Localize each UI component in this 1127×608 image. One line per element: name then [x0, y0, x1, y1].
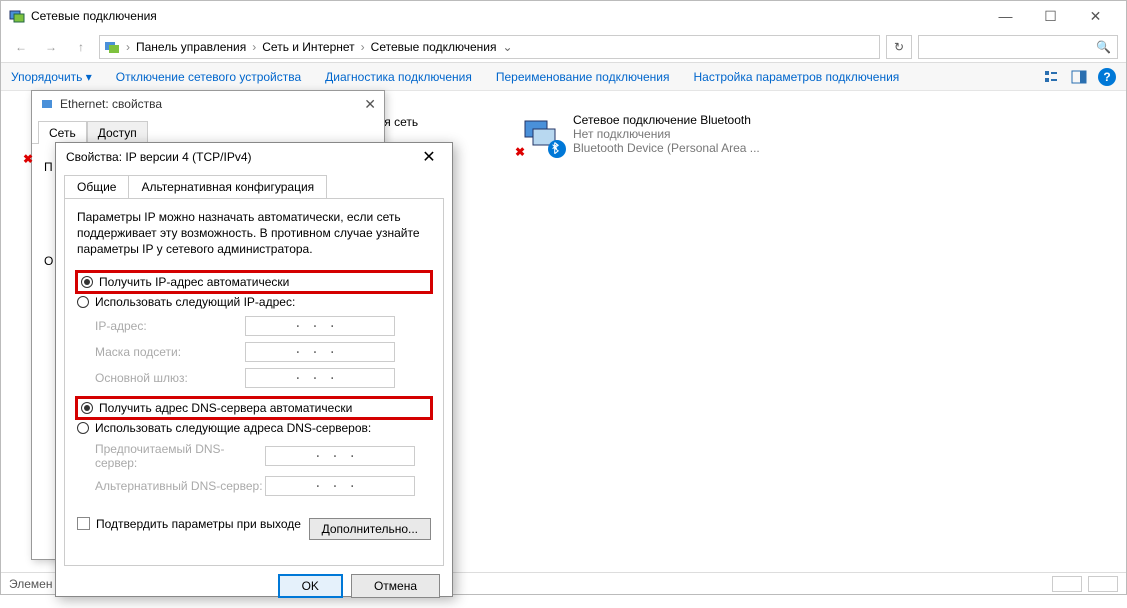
- tab-access[interactable]: Доступ: [87, 121, 148, 144]
- ok-button[interactable]: OK: [278, 574, 343, 598]
- network-connections-icon: [9, 8, 25, 24]
- dialog-title: Свойства: IP версии 4 (TCP/IPv4): [66, 150, 416, 164]
- status-text: Элемен: [9, 577, 52, 591]
- radio-icon: [77, 422, 89, 434]
- address-box[interactable]: › Панель управления › Сеть и Интернет › …: [99, 35, 880, 59]
- item-label: Сетевое подключение Bluetooth: [573, 113, 760, 127]
- back-button[interactable]: ←: [9, 35, 33, 59]
- search-input[interactable]: 🔍: [918, 35, 1118, 59]
- search-icon: 🔍: [1096, 40, 1111, 54]
- gateway-input: ...: [245, 368, 395, 388]
- validate-checkbox-row[interactable]: Подтвердить параметры при выходе Дополни…: [77, 508, 431, 540]
- close-icon[interactable]: ✕: [364, 96, 376, 113]
- radio-label: Использовать следующие адреса DNS-сервер…: [95, 421, 371, 435]
- organize-menu[interactable]: Упорядочить ▾: [11, 70, 92, 84]
- ip-address-label: IP-адрес:: [95, 319, 245, 333]
- gateway-label: Основной шлюз:: [95, 371, 245, 385]
- window-title: Сетевые подключения: [31, 9, 983, 23]
- alternate-dns-input: ...: [265, 476, 415, 496]
- subnet-mask-input: ...: [245, 342, 395, 362]
- maximize-button[interactable]: ☐: [1028, 2, 1073, 30]
- radio-obtain-dns-auto[interactable]: Получить адрес DNS-сервера автоматически: [77, 398, 431, 418]
- minimize-button[interactable]: —: [983, 2, 1028, 30]
- tab-network[interactable]: Сеть: [38, 121, 87, 144]
- tab-alternate-config[interactable]: Альтернативная конфигурация: [129, 175, 327, 198]
- bluetooth-icon: [547, 139, 567, 159]
- checkbox-label: Подтвердить параметры при выходе: [96, 517, 301, 531]
- refresh-button[interactable]: ↻: [886, 35, 912, 59]
- address-bar: ← → ↑ › Панель управления › Сеть и Интер…: [1, 31, 1126, 63]
- disable-device-cmd[interactable]: Отключение сетевого устройства: [116, 70, 301, 84]
- radio-obtain-ip-auto[interactable]: Получить IP-адрес автоматически: [77, 272, 431, 292]
- cancel-button[interactable]: Отмена: [351, 574, 440, 598]
- titlebar: Сетевые подключения — ☐ ✕: [1, 1, 1126, 31]
- forward-button[interactable]: →: [39, 35, 63, 59]
- breadcrumb[interactable]: Сеть и Интернет: [262, 40, 354, 54]
- ipv4-properties-dialog: Свойства: IP версии 4 (TCP/IPv4) ✕ Общие…: [55, 142, 453, 597]
- alternate-dns-label: Альтернативный DNS-сервер:: [95, 479, 265, 493]
- rename-cmd[interactable]: Переименование подключения: [496, 70, 670, 84]
- close-button[interactable]: ✕: [1073, 2, 1118, 30]
- network-connections-icon: [104, 39, 120, 55]
- radio-use-ip[interactable]: Использовать следующий IP-адрес:: [77, 292, 431, 312]
- close-icon[interactable]: ✕: [416, 146, 442, 168]
- advanced-button[interactable]: Дополнительно...: [309, 518, 431, 540]
- details-view-icon[interactable]: [1052, 576, 1082, 592]
- preview-pane-icon[interactable]: [1070, 68, 1088, 86]
- chevron-down-icon[interactable]: ⌄: [502, 40, 512, 54]
- tab-general[interactable]: Общие: [64, 175, 129, 198]
- up-button[interactable]: ↑: [69, 35, 93, 59]
- breadcrumb[interactable]: Сетевые подключения: [371, 40, 497, 54]
- preferred-dns-label: Предпочитаемый DNS-сервер:: [95, 442, 265, 470]
- breadcrumb[interactable]: Панель управления: [136, 40, 246, 54]
- preferred-dns-input: ...: [265, 446, 415, 466]
- subnet-mask-label: Маска подсети:: [95, 345, 245, 359]
- ip-address-input: ...: [245, 316, 395, 336]
- radio-icon: [77, 296, 89, 308]
- checkbox-icon: [77, 517, 90, 530]
- radio-label: Использовать следующий IP-адрес:: [95, 295, 295, 309]
- command-bar: Упорядочить ▾ Отключение сетевого устрой…: [1, 63, 1126, 91]
- info-text: Параметры IP можно назначать автоматичес…: [77, 209, 431, 258]
- settings-cmd[interactable]: Настройка параметров подключения: [693, 70, 899, 84]
- radio-use-dns[interactable]: Использовать следующие адреса DNS-сервер…: [77, 418, 431, 438]
- radio-icon: [81, 276, 93, 288]
- tab-panel: Параметры IP можно назначать автоматичес…: [64, 198, 444, 566]
- view-options-icon[interactable]: [1042, 68, 1060, 86]
- radio-icon: [81, 402, 93, 414]
- dialog-title: Ethernet: свойства: [60, 97, 364, 111]
- network-item-bluetooth[interactable]: ✖ Сетевое подключение Bluetooth Нет подк…: [521, 113, 760, 157]
- diagnose-cmd[interactable]: Диагностика подключения: [325, 70, 472, 84]
- icons-view-icon[interactable]: [1088, 576, 1118, 592]
- radio-label: Получить адрес DNS-сервера автоматически: [99, 401, 352, 415]
- radio-label: Получить IP-адрес автоматически: [99, 275, 289, 289]
- help-icon[interactable]: ?: [1098, 68, 1116, 86]
- ethernet-icon: [40, 97, 54, 111]
